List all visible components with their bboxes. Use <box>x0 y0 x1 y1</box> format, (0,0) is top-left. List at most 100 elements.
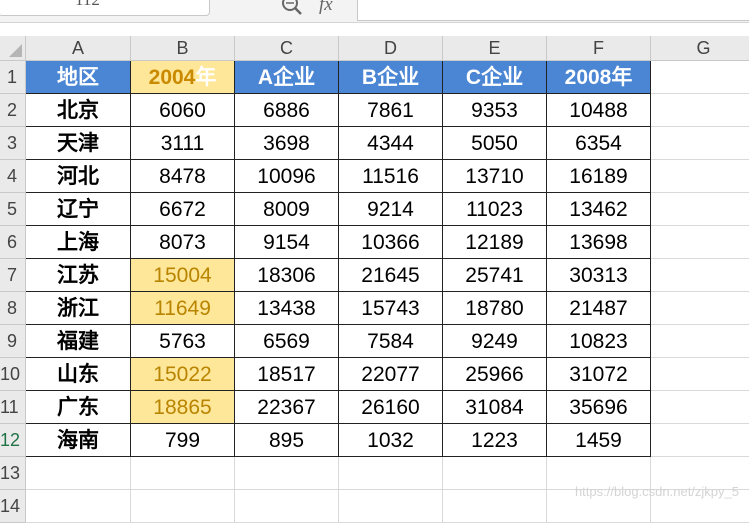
name-box[interactable]: 112 ▼ <box>0 0 210 16</box>
empty-cell[interactable] <box>651 127 749 160</box>
column-header-d[interactable]: D <box>339 36 443 61</box>
table-cell[interactable]: 21645 <box>339 259 443 292</box>
table-cell[interactable]: 30313 <box>547 259 651 292</box>
row-header-2[interactable]: 2 <box>0 94 26 127</box>
row-header-9[interactable]: 9 <box>0 325 26 358</box>
table-cell[interactable]: 9353 <box>443 94 547 127</box>
table-cell[interactable]: 6672 <box>131 193 235 226</box>
table-cell[interactable]: 辽宁 <box>26 193 131 226</box>
table-cell[interactable]: 广东 <box>26 391 131 424</box>
table-cell[interactable]: 31084 <box>443 391 547 424</box>
empty-cell[interactable] <box>651 226 749 259</box>
table-cell[interactable]: 1223 <box>443 424 547 457</box>
table-cell[interactable]: 7584 <box>339 325 443 358</box>
table-cell[interactable]: 1459 <box>547 424 651 457</box>
empty-cell[interactable] <box>651 94 749 127</box>
table-cell[interactable]: 6354 <box>547 127 651 160</box>
table-cell[interactable]: 7861 <box>339 94 443 127</box>
table-cell[interactable]: 16189 <box>547 160 651 193</box>
table-cell[interactable]: 5763 <box>131 325 235 358</box>
empty-cell[interactable] <box>651 424 749 457</box>
row-header-8[interactable]: 8 <box>0 292 26 325</box>
table-cell[interactable]: 9154 <box>235 226 339 259</box>
table-cell[interactable]: 10488 <box>547 94 651 127</box>
table-cell[interactable]: 江苏 <box>26 259 131 292</box>
table-cell[interactable]: 31072 <box>547 358 651 391</box>
table-cell[interactable]: 10096 <box>235 160 339 193</box>
empty-cell[interactable] <box>131 457 235 490</box>
table-cell[interactable]: 11023 <box>443 193 547 226</box>
table-cell[interactable]: 13462 <box>547 193 651 226</box>
table-cell[interactable]: 11516 <box>339 160 443 193</box>
select-all-corner[interactable] <box>0 36 26 61</box>
header-cell-e[interactable]: C企业 <box>443 61 547 94</box>
empty-cell[interactable] <box>235 457 339 490</box>
table-cell[interactable]: 13698 <box>547 226 651 259</box>
table-cell[interactable]: 13710 <box>443 160 547 193</box>
table-cell[interactable]: 15022 <box>131 358 235 391</box>
column-header-e[interactable]: E <box>443 36 547 61</box>
table-cell[interactable]: 12189 <box>443 226 547 259</box>
table-cell[interactable]: 3111 <box>131 127 235 160</box>
table-cell[interactable]: 4344 <box>339 127 443 160</box>
table-cell[interactable]: 10823 <box>547 325 651 358</box>
table-cell[interactable]: 福建 <box>26 325 131 358</box>
formula-input[interactable] <box>357 0 749 21</box>
row-header-4[interactable]: 4 <box>0 160 26 193</box>
table-cell[interactable]: 1032 <box>339 424 443 457</box>
empty-cell[interactable] <box>26 457 131 490</box>
row-header-7[interactable]: 7 <box>0 259 26 292</box>
header-cell-f[interactable]: 2008年 <box>547 61 651 94</box>
column-header-b[interactable]: B <box>131 36 235 61</box>
table-cell[interactable]: 18865 <box>131 391 235 424</box>
header-cell-a[interactable]: 地区 <box>26 61 131 94</box>
table-cell[interactable]: 18517 <box>235 358 339 391</box>
row-header-6[interactable]: 6 <box>0 226 26 259</box>
empty-cell[interactable] <box>339 457 443 490</box>
table-cell[interactable]: 海南 <box>26 424 131 457</box>
header-cell-b[interactable]: 2004年 <box>131 61 235 94</box>
row-header-14[interactable]: 14 <box>0 490 26 523</box>
chevron-down-icon[interactable]: ▼ <box>199 0 208 1</box>
table-cell[interactable]: 15004 <box>131 259 235 292</box>
table-cell[interactable]: 6886 <box>235 94 339 127</box>
empty-cell[interactable] <box>443 490 547 523</box>
table-cell[interactable]: 浙江 <box>26 292 131 325</box>
header-cell-d[interactable]: B企业 <box>339 61 443 94</box>
fx-icon[interactable]: fx <box>319 0 333 16</box>
table-cell[interactable]: 河北 <box>26 160 131 193</box>
table-cell[interactable]: 8073 <box>131 226 235 259</box>
table-cell[interactable]: 5050 <box>443 127 547 160</box>
zoom-icon[interactable] <box>281 0 303 16</box>
column-header-a[interactable]: A <box>26 36 131 61</box>
row-header-13[interactable]: 13 <box>0 457 26 490</box>
empty-cell[interactable] <box>651 391 749 424</box>
table-cell[interactable]: 上海 <box>26 226 131 259</box>
empty-cell[interactable] <box>651 193 749 226</box>
empty-cell[interactable] <box>651 259 749 292</box>
empty-cell[interactable] <box>235 490 339 523</box>
table-cell[interactable]: 北京 <box>26 94 131 127</box>
table-cell[interactable]: 9214 <box>339 193 443 226</box>
table-cell[interactable]: 8478 <box>131 160 235 193</box>
table-cell[interactable]: 6569 <box>235 325 339 358</box>
table-cell[interactable]: 35696 <box>547 391 651 424</box>
header-cell-c[interactable]: A企业 <box>235 61 339 94</box>
table-cell[interactable]: 10366 <box>339 226 443 259</box>
table-cell[interactable]: 13438 <box>235 292 339 325</box>
table-cell[interactable]: 6060 <box>131 94 235 127</box>
empty-cell[interactable] <box>651 292 749 325</box>
row-header-1[interactable]: 1 <box>0 61 26 94</box>
row-header-11[interactable]: 11 <box>0 391 26 424</box>
empty-cell[interactable] <box>339 490 443 523</box>
table-cell[interactable]: 18780 <box>443 292 547 325</box>
table-cell[interactable]: 25741 <box>443 259 547 292</box>
column-header-c[interactable]: C <box>235 36 339 61</box>
empty-cell[interactable] <box>651 325 749 358</box>
table-cell[interactable]: 11649 <box>131 292 235 325</box>
row-header-12[interactable]: 12 <box>0 424 26 457</box>
table-cell[interactable]: 15743 <box>339 292 443 325</box>
table-cell[interactable]: 22077 <box>339 358 443 391</box>
table-cell[interactable]: 9249 <box>443 325 547 358</box>
row-header-10[interactable]: 10 <box>0 358 26 391</box>
